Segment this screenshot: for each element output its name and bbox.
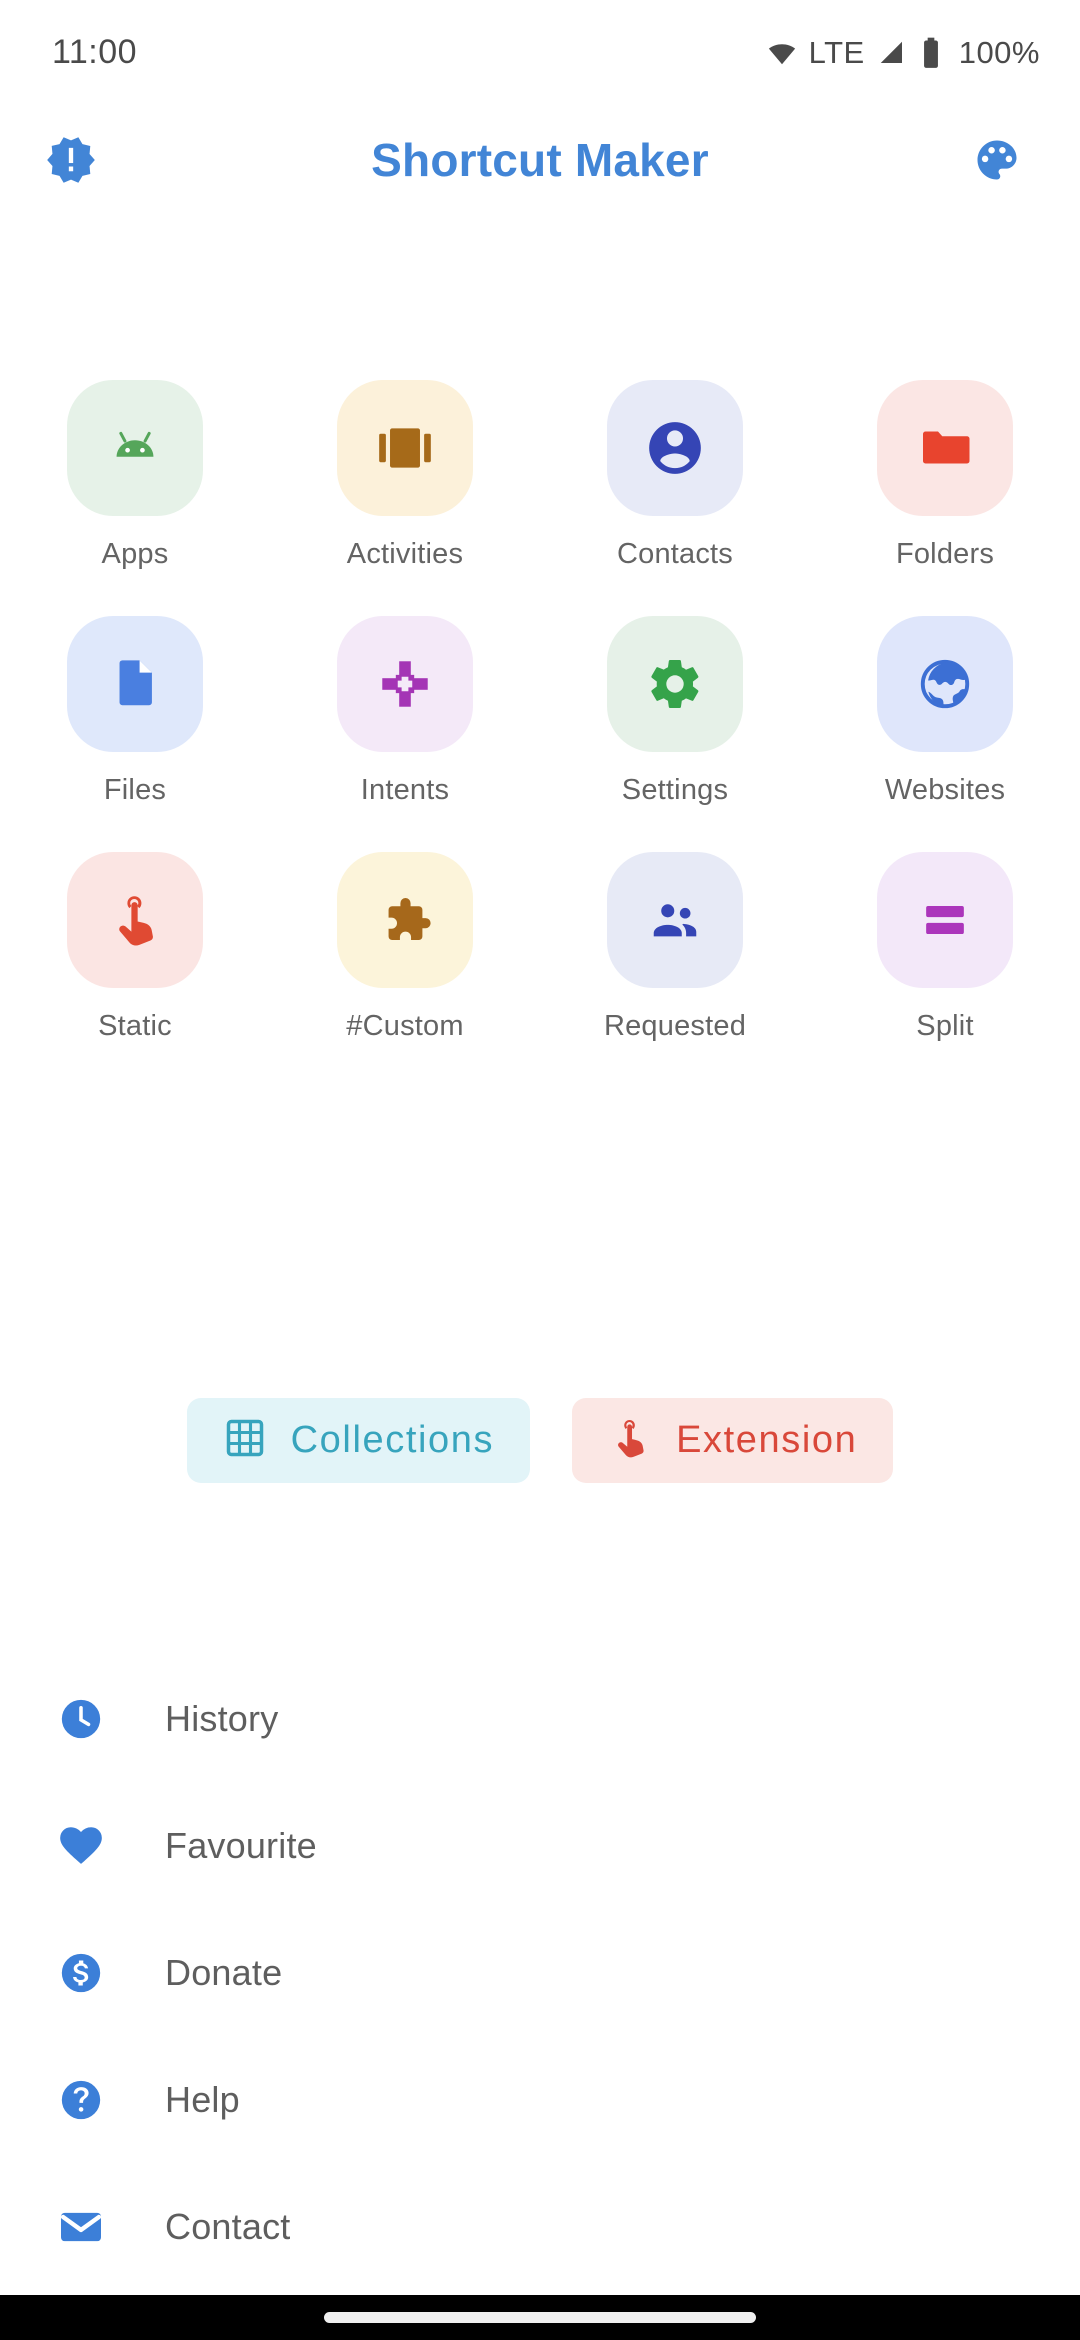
touch-app-icon — [106, 891, 164, 949]
tile-background — [337, 616, 473, 752]
status-indicators: LTE 100% — [767, 35, 1040, 71]
status-time: 11:00 — [52, 33, 138, 71]
grid-item-label: Folders — [895, 538, 995, 570]
extension-button-label: Extension — [676, 1419, 858, 1461]
grid-item-files[interactable]: Files — [0, 616, 270, 807]
intent-arrows-icon — [376, 655, 434, 713]
grid-item-label: Requested — [603, 1010, 747, 1042]
tile-background — [337, 380, 473, 516]
menu-item-label: Donate — [165, 1951, 283, 1993]
grid-item-label: Settings — [621, 774, 729, 806]
tile-background — [67, 852, 203, 988]
android-icon — [102, 415, 168, 481]
puzzle-piece-icon — [376, 891, 434, 949]
system-navigation-bar — [0, 2295, 1080, 2340]
view-carousel-icon — [374, 417, 436, 479]
grid-item-activities[interactable]: Activities — [270, 380, 540, 571]
folder-icon — [915, 418, 975, 478]
grid-item-label: #Custom — [346, 1010, 464, 1042]
grid-item-folders[interactable]: Folders — [810, 380, 1080, 571]
collections-button-label: Collections — [290, 1419, 495, 1461]
status-bar: 11:00 LTE 100% — [0, 0, 1080, 105]
dollar-circle-icon — [55, 1947, 107, 1999]
split-bars-icon — [916, 891, 974, 949]
menu-item-donate[interactable]: Donate — [0, 1909, 1080, 2036]
battery-percent-label: 100% — [958, 34, 1040, 70]
grid-item-apps[interactable]: Apps — [0, 380, 270, 571]
grid-item-contacts[interactable]: Contacts — [540, 380, 810, 571]
signal-icon — [877, 38, 907, 68]
menu-item-favourite[interactable]: Favourite — [0, 1782, 1080, 1909]
globe-icon — [916, 655, 974, 713]
gear-icon — [646, 655, 704, 713]
action-chip-row: Collections Extension — [0, 1398, 1080, 1483]
grid-item-label: Apps — [101, 538, 169, 570]
tile-background — [607, 616, 743, 752]
grid-item-label: Split — [916, 1010, 974, 1042]
grid-item-label: Intents — [360, 774, 450, 806]
menu-item-label: Favourite — [165, 1824, 317, 1866]
grid-item-label: Activities — [346, 538, 464, 570]
menu-item-help[interactable]: Help — [0, 2036, 1080, 2163]
clock-icon — [55, 1693, 107, 1745]
page-title: Shortcut Maker — [371, 134, 709, 186]
grid-item-settings[interactable]: Settings — [540, 616, 810, 807]
grid-item-split[interactable]: Split — [810, 852, 1080, 1043]
wifi-icon — [767, 38, 797, 68]
tile-background — [877, 852, 1013, 988]
tile-background — [877, 380, 1013, 516]
network-type-label: LTE — [808, 34, 865, 70]
tile-background — [67, 380, 203, 516]
account-circle-icon — [644, 417, 706, 479]
tile-background — [607, 852, 743, 988]
menu-item-label: History — [165, 1697, 279, 1739]
grid-item-static[interactable]: Static — [0, 852, 270, 1043]
document-icon — [106, 655, 164, 713]
main-menu-list: History Favourite Donate Help Contact — [0, 1655, 1080, 2290]
grid-on-icon — [223, 1416, 267, 1465]
people-icon — [646, 891, 704, 949]
touch-app-icon — [608, 1416, 652, 1465]
tile-background — [877, 616, 1013, 752]
battery-icon — [919, 37, 943, 69]
new-releases-badge-icon[interactable] — [34, 123, 108, 197]
palette-icon[interactable] — [960, 123, 1034, 197]
help-circle-icon — [55, 2074, 107, 2126]
collections-button[interactable]: Collections — [186, 1398, 531, 1483]
app-bar: Shortcut Maker — [0, 105, 1080, 215]
grid-item-label: Files — [103, 774, 167, 806]
menu-item-label: Contact — [165, 2205, 291, 2247]
menu-item-history[interactable]: History — [0, 1655, 1080, 1782]
grid-item-label: Static — [98, 1010, 172, 1042]
grid-item-label: Websites — [884, 774, 1006, 806]
tile-background — [337, 852, 473, 988]
shortcut-type-grid: Apps Activities Contacts Folders Files I… — [0, 380, 1080, 1043]
grid-item-label: Contacts — [616, 538, 734, 570]
grid-item-websites[interactable]: Websites — [810, 616, 1080, 807]
extension-button[interactable]: Extension — [572, 1398, 894, 1483]
menu-item-label: Help — [165, 2078, 240, 2120]
envelope-icon — [55, 2201, 107, 2253]
tile-background — [607, 380, 743, 516]
grid-item-intents[interactable]: Intents — [270, 616, 540, 807]
grid-item-requested[interactable]: Requested — [540, 852, 810, 1043]
heart-icon — [55, 1820, 107, 1872]
grid-item-custom[interactable]: #Custom — [270, 852, 540, 1043]
menu-item-contact[interactable]: Contact — [0, 2163, 1080, 2290]
home-gesture-pill[interactable] — [324, 2312, 756, 2323]
tile-background — [67, 616, 203, 752]
